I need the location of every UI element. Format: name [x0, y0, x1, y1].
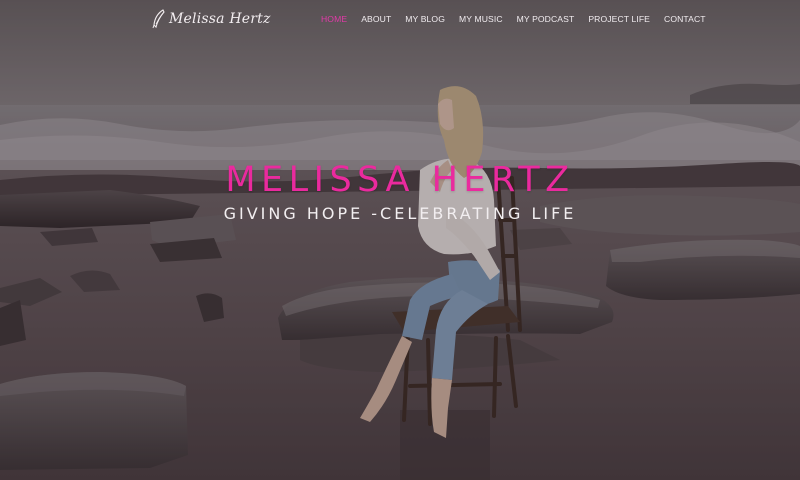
hero-overlay: [0, 0, 800, 480]
nav-item-contact[interactable]: CONTACT: [664, 14, 706, 24]
nav-item-home[interactable]: HOME: [321, 14, 347, 24]
site-logo[interactable]: Melissa Hertz: [152, 8, 271, 30]
nav-item-my-blog[interactable]: MY BLOG: [405, 14, 445, 24]
nav-item-my-music[interactable]: MY MUSIC: [459, 14, 503, 24]
main-nav: HOME ABOUT MY BLOG MY MUSIC MY PODCAST P…: [321, 12, 706, 26]
logo-text: Melissa Hertz: [169, 11, 271, 27]
nav-item-my-podcast[interactable]: MY PODCAST: [517, 14, 575, 24]
nav-item-project-life[interactable]: PROJECT LIFE: [588, 14, 650, 24]
hero-subtitle: GIVING HOPE -CELEBRATING LIFE: [223, 204, 577, 223]
feather-icon: [152, 9, 165, 29]
hero-title: MELISSA HERTZ: [225, 160, 575, 200]
nav-item-about[interactable]: ABOUT: [361, 14, 391, 24]
hero-section: Melissa Hertz HOME ABOUT MY BLOG MY MUSI…: [0, 0, 800, 480]
